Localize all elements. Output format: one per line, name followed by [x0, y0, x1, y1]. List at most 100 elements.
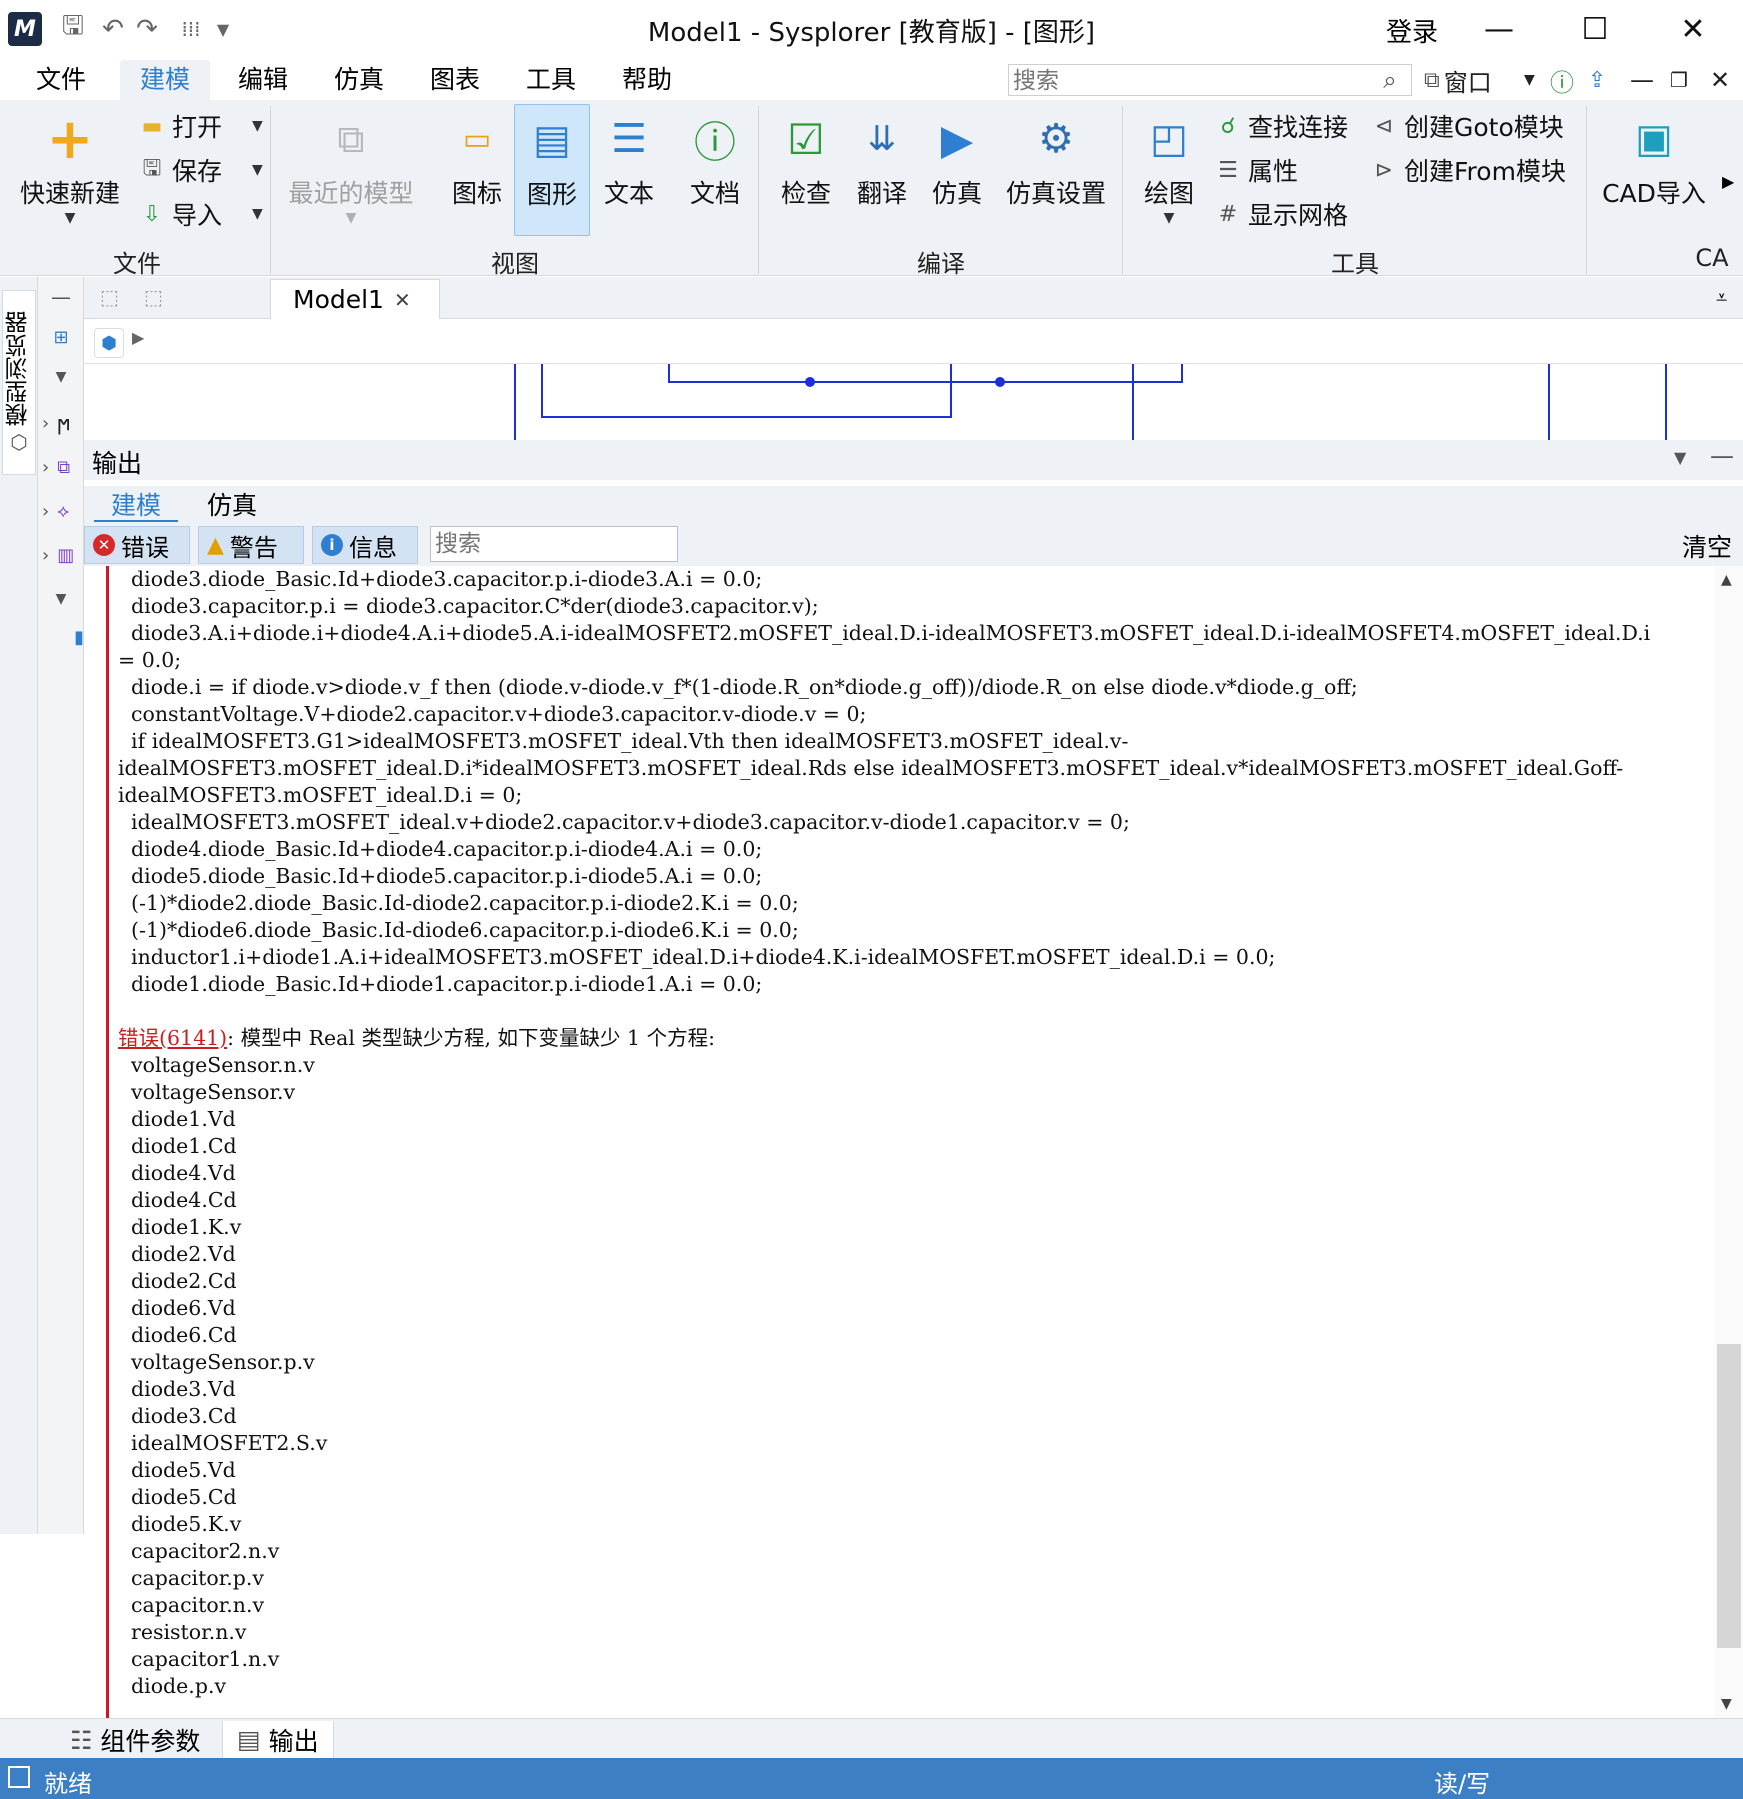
mdi-minimize-icon[interactable]: —: [1630, 62, 1654, 98]
tab-model1[interactable]: Model1 ✕: [270, 279, 440, 319]
chevron-down-icon[interactable]: ▼: [38, 357, 84, 397]
tree-item[interactable]: › ϻ: [38, 403, 84, 443]
log-line: idealMOSFET3.mOSFET_ideal.D.i*idealMOSFE…: [118, 756, 1624, 780]
save-label: 保存: [172, 157, 223, 186]
scroll-down-icon[interactable]: ▼: [1721, 1696, 1732, 1712]
missing-variable: voltageSensor.v: [118, 1080, 296, 1104]
model-icon[interactable]: ▮: [38, 617, 84, 657]
mdi-close-icon[interactable]: ✕: [1710, 62, 1730, 98]
menu-modeling[interactable]: 建模: [120, 60, 211, 100]
missing-variable: diode6.Cd: [118, 1323, 237, 1347]
create-from-button[interactable]: ⊳ 创建From模块: [1370, 150, 1566, 190]
pin-ribbon-icon[interactable]: ⇪: [1588, 62, 1606, 98]
show-grid-label: 显示网格: [1248, 201, 1349, 230]
group-divider: [758, 106, 759, 274]
find-connection-button[interactable]: ☌ 查找连接: [1214, 106, 1348, 146]
redo-icon[interactable]: ↷: [132, 12, 162, 46]
chevron-down-icon: ▼: [64, 210, 76, 226]
chevron-down-icon[interactable]: ▼: [38, 579, 84, 619]
show-grid-button[interactable]: # 显示网格: [1214, 194, 1348, 234]
collapse-panel-icon[interactable]: —: [38, 277, 84, 317]
warning-filter-button[interactable]: ▲ 警告: [198, 526, 304, 564]
graphic-view-button[interactable]: ▤ 图形: [514, 104, 590, 236]
close-icon[interactable]: ✕: [1658, 6, 1728, 52]
app-logo[interactable]: M: [8, 12, 42, 46]
translate-button[interactable]: ⇊ 翻译: [846, 104, 918, 236]
ribbon-scroll-right-icon[interactable]: ▶: [1722, 172, 1734, 191]
tree-view-icon[interactable]: ⊞: [38, 317, 84, 357]
error-code-link[interactable]: 错误(6141): [118, 1026, 227, 1050]
simulate-button[interactable]: ▶ 仿真: [922, 104, 992, 236]
forward-icon[interactable]: ⬚: [144, 285, 163, 309]
grid-toggle-icon[interactable]: ⁞⁞⁞: [176, 12, 206, 46]
tab-list-icon[interactable]: ⩡: [1716, 285, 1727, 309]
menu-edit[interactable]: 编辑: [218, 60, 308, 100]
import-icon: ⇩: [142, 201, 162, 227]
tree-item[interactable]: › ⧉: [38, 447, 84, 487]
save-icon[interactable]: 🖫: [58, 11, 88, 46]
cad-import-button[interactable]: ▣ CAD导入: [1598, 104, 1710, 236]
tab-close-icon[interactable]: ✕: [394, 288, 411, 312]
menu-help[interactable]: 帮助: [602, 60, 692, 100]
error-filter-button[interactable]: ✕ 错误: [84, 526, 190, 564]
error-filter-label: 错误: [121, 533, 169, 562]
import-button[interactable]: ⇩ 导入 ▼: [138, 194, 263, 234]
diagram-canvas[interactable]: [84, 364, 1743, 440]
minimize-icon[interactable]: —: [1464, 6, 1534, 52]
menu-simulation[interactable]: 仿真: [314, 60, 404, 100]
info-icon: ⓘ: [693, 117, 736, 167]
tree-item[interactable]: › ▥: [38, 535, 84, 575]
tab-modeling[interactable]: 建模: [94, 486, 178, 522]
open-button[interactable]: ▬ 打开 ▼: [138, 106, 263, 146]
maximize-icon[interactable]: ☐: [1560, 6, 1630, 52]
cad-import-icon: ▣: [1635, 116, 1673, 162]
panel-menu-icon[interactable]: ▼: [1674, 448, 1686, 467]
cad-import-label: CAD导入: [1602, 179, 1706, 208]
create-from-label: 创建From模块: [1404, 157, 1566, 186]
scroll-thumb[interactable]: [1717, 1344, 1741, 1648]
search-input[interactable]: [1008, 64, 1412, 96]
output-search-input[interactable]: [430, 526, 678, 562]
back-icon[interactable]: ⬚: [100, 285, 119, 309]
help-icon[interactable]: ⓘ: [1550, 62, 1574, 98]
tab-output[interactable]: ▤ 输出: [222, 1721, 334, 1759]
scroll-up-icon[interactable]: ▲: [1721, 572, 1732, 588]
recent-models-button[interactable]: ⧉ 最近的模型 ▼: [286, 104, 416, 236]
properties-button[interactable]: ☰ 属性: [1214, 150, 1298, 190]
tab-component-params[interactable]: ☷ 组件参数: [56, 1721, 214, 1759]
chevron-right-icon: ›: [42, 456, 50, 478]
window-dropdown-icon[interactable]: ▼: [1524, 62, 1535, 98]
mdi-restore-icon[interactable]: ❐: [1670, 62, 1688, 98]
output-log[interactable]: diode3.diode_Basic.Id+diode3.capacitor.p…: [84, 566, 1714, 1718]
tree-item[interactable]: › ⟡: [38, 491, 84, 531]
customize-qat-icon[interactable]: ▼: [208, 12, 238, 46]
model-cube-icon[interactable]: ⬢: [94, 328, 124, 358]
chevron-right-icon[interactable]: ▶: [132, 328, 144, 347]
sim-settings-button[interactable]: ⚙ 仿真设置: [1000, 104, 1112, 236]
draw-button[interactable]: ◰ 绘图 ▼: [1134, 104, 1204, 236]
check-button[interactable]: ☑ 检查: [770, 104, 842, 236]
check-label: 检查: [780, 179, 831, 208]
clear-button[interactable]: 清空: [1682, 528, 1732, 564]
create-goto-button[interactable]: ⊲ 创建Goto模块: [1370, 106, 1564, 146]
menu-tools[interactable]: 工具: [506, 60, 596, 100]
info-filter-button[interactable]: i 信息: [312, 526, 418, 564]
text-view-button[interactable]: ☰ 文本: [596, 104, 662, 236]
model-browser-tab[interactable]: 模型浏览器 ⬡: [2, 290, 36, 475]
quick-new-button[interactable]: + 快速新建 ▼: [14, 104, 126, 236]
log-line: diode5.diode_Basic.Id+diode5.capacitor.p…: [118, 864, 763, 888]
panel-minimize-icon[interactable]: —: [1710, 442, 1734, 470]
doc-view-button[interactable]: ⓘ 文档: [680, 104, 750, 236]
search-icon[interactable]: ⌕: [1375, 64, 1405, 96]
read-write-status: 读/写: [1434, 1770, 1491, 1798]
menu-file[interactable]: 文件: [16, 60, 106, 100]
tab-simulation[interactable]: 仿真: [194, 486, 270, 522]
info-filter-label: 信息: [349, 533, 397, 562]
icon-view-button[interactable]: ▭ 图标: [444, 104, 510, 236]
save-button[interactable]: 🖫 保存 ▼: [138, 150, 263, 190]
undo-icon[interactable]: ↶: [98, 12, 128, 46]
menu-chart[interactable]: 图表: [410, 60, 500, 100]
window-menu[interactable]: ⧉ 窗口: [1424, 62, 1492, 98]
text-view-label: 文本: [603, 179, 654, 208]
login-button[interactable]: 登录: [1386, 12, 1438, 49]
